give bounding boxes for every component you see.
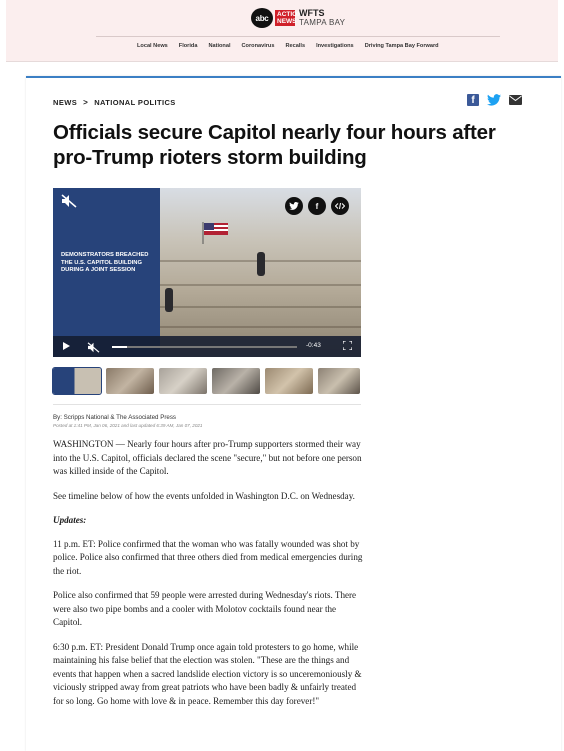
article-byline: By: Scripps National & The Associated Pr… — [53, 414, 177, 421]
station-market: TAMPA BAY — [299, 18, 346, 27]
flag-icon — [202, 222, 228, 244]
nav-item-investigations[interactable]: Investigations — [316, 43, 354, 49]
nav-item-coronavirus[interactable]: Coronavirus — [242, 43, 275, 49]
video-thumbnail[interactable] — [52, 367, 102, 395]
mute-icon[interactable] — [87, 340, 100, 357]
video-progress-bar[interactable] — [112, 346, 297, 348]
article-timestamp: Posted at 1:41 PM, Jan 06, 2021 and last… — [53, 423, 203, 428]
nav-item-driving-tampa-bay-forward[interactable]: Driving Tampa Bay Forward — [365, 43, 439, 49]
video-thumbnails — [52, 367, 360, 395]
facebook-icon[interactable]: f — [308, 197, 326, 215]
video-caption: DEMONSTRATORS BREACHED THE U.S. CAPITOL … — [61, 252, 149, 273]
play-icon[interactable] — [63, 342, 70, 350]
nav-divider — [96, 36, 500, 37]
updates-heading: Updates: — [53, 515, 87, 525]
climbing-figure — [257, 252, 265, 276]
site-header: abc ACTION NEWS WFTS TAMPA BAY Local New… — [6, 0, 558, 62]
article-paragraph: See timeline below of how the events unf… — [53, 490, 355, 501]
article-card: NEWS > NATIONAL POLITICS f Officials sec… — [26, 76, 561, 751]
breadcrumb: NEWS > NATIONAL POLITICS — [53, 98, 176, 107]
breadcrumb-news[interactable]: NEWS — [53, 98, 77, 107]
video-share-bar: f — [285, 197, 349, 215]
wall-ledge — [160, 284, 361, 286]
fullscreen-icon[interactable] — [343, 341, 352, 350]
station-name: WFTS TAMPA BAY — [299, 8, 346, 28]
station-logo[interactable]: abc ACTION NEWS WFTS TAMPA BAY — [251, 7, 345, 29]
station-callsign: WFTS — [299, 8, 325, 18]
breadcrumb-separator: > — [83, 98, 89, 107]
mute-icon[interactable] — [61, 194, 77, 213]
nav-item-local-news[interactable]: Local News — [137, 43, 168, 49]
mail-icon[interactable] — [509, 95, 522, 105]
nav-item-florida[interactable]: Florida — [179, 43, 198, 49]
byline-divider — [53, 404, 361, 405]
share-bar: f — [467, 94, 522, 106]
video-thumbnail[interactable] — [318, 368, 360, 394]
climbing-figure — [165, 288, 173, 312]
breadcrumb-national-politics[interactable]: NATIONAL POLITICS — [94, 98, 176, 107]
video-controls: -0:43 — [53, 336, 361, 357]
article-body: WASHINGTON — Nearly four hours after pro… — [53, 438, 363, 719]
video-thumbnail[interactable] — [159, 368, 207, 394]
video-player[interactable]: DEMONSTRATORS BREACHED THE U.S. CAPITOL … — [53, 188, 361, 357]
wall-ledge — [160, 326, 361, 328]
twitter-icon[interactable] — [285, 197, 303, 215]
article-headline: Officials secure Capitol nearly four hou… — [53, 121, 496, 169]
video-thumbnail[interactable] — [265, 368, 313, 394]
action-news-logo: ACTION NEWS — [275, 10, 302, 26]
article-paragraph: WASHINGTON — Nearly four hours after pro… — [53, 439, 362, 476]
twitter-icon[interactable] — [487, 94, 501, 106]
main-nav: Local News Florida National Coronavirus … — [137, 43, 439, 49]
update-paragraph: 11 p.m. ET: Police confirmed that the wo… — [53, 538, 363, 576]
update-paragraph: Police also confirmed that 59 people wer… — [53, 590, 357, 627]
update-paragraph: 6:30 p.m. ET: President Donald Trump onc… — [53, 641, 362, 706]
embed-icon[interactable] — [331, 197, 349, 215]
abc-logo: abc — [251, 8, 273, 28]
video-progress-fill — [112, 346, 127, 348]
nav-item-recalls[interactable]: Recalls — [285, 43, 305, 49]
video-time-remaining: -0:43 — [306, 342, 321, 349]
facebook-icon[interactable]: f — [467, 94, 479, 106]
video-thumbnail[interactable] — [212, 368, 260, 394]
video-thumbnail[interactable] — [106, 368, 154, 394]
nav-item-national[interactable]: National — [208, 43, 230, 49]
wall-ledge — [160, 306, 361, 308]
